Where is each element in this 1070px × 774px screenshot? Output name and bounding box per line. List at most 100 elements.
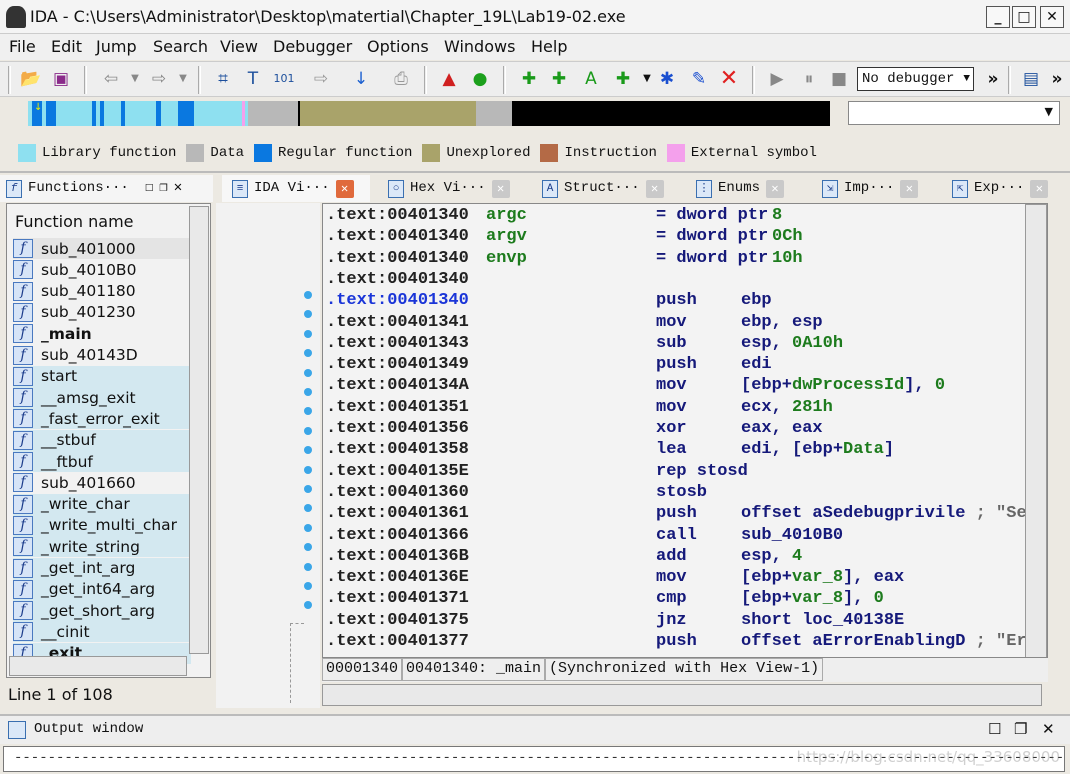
close-tab-icon[interactable]: ✕ (645, 179, 664, 198)
toolbar-more-button[interactable]: » (982, 68, 1004, 90)
disasm-line[interactable]: .text:00401361 push offset aSedebugprivile… (326, 504, 1027, 525)
function-item[interactable]: f _main (13, 323, 191, 345)
function-item[interactable]: f sub_401000 (13, 238, 191, 259)
stop-icon[interactable]: ■ (828, 68, 850, 90)
play-icon[interactable]: ▶ (766, 68, 788, 90)
disasm-line[interactable]: .text:00401358 lea edi, [ebp+Data] (326, 440, 1026, 461)
close-icon[interactable]: ✕ (1042, 720, 1055, 738)
menu-search[interactable]: Search (153, 37, 208, 56)
run-icon[interactable]: ● (469, 68, 491, 90)
menu-view[interactable]: View (220, 37, 258, 56)
function-item[interactable]: f __stbuf (13, 429, 191, 451)
forward-icon[interactable]: ⇨ (148, 68, 170, 90)
disasm-line[interactable]: .text:00401340 envp = dword ptr 10h (326, 249, 1026, 270)
search-text-icon[interactable]: T (242, 68, 264, 90)
disasm-line[interactable]: .text:00401356 xor eax, eax (326, 419, 1026, 440)
disasm-line[interactable]: .text:0040134A mov [ebp+dwProcessId], 0 (326, 376, 1026, 397)
restore-icon[interactable]: ❐ (159, 175, 167, 202)
function-item[interactable]: f _write_multi_char (13, 514, 191, 536)
menu-debugger[interactable]: Debugger (273, 37, 352, 56)
maximize-button[interactable]: □ (1012, 6, 1036, 28)
jump-icon[interactable]: ↓ (350, 68, 372, 90)
minimize-button[interactable]: _ (986, 6, 1010, 28)
close-tab-icon[interactable]: ✕ (766, 179, 785, 198)
disasm-line[interactable]: .text:00401340 argc = dword ptr 8 (326, 206, 1026, 227)
float-icon[interactable]: ☐ (145, 175, 153, 202)
open-icon[interactable]: 📂 (20, 68, 42, 90)
tab-imports[interactable]: ⇲ Imp··· ✕ (812, 175, 924, 202)
tab-exports[interactable]: ⇱ Exp··· ✕ (942, 175, 1054, 202)
debugger-select[interactable]: No debugger ▼ (857, 67, 974, 91)
disasm-line[interactable]: .text:0040136E mov [ebp+var_8], eax (326, 568, 1026, 589)
close-button[interactable]: ✕ (1040, 6, 1064, 28)
restore-icon[interactable]: ❐ (1014, 720, 1027, 738)
disasm-line[interactable]: .text:00401377 push offset aErrorEnablingD… (326, 632, 1027, 653)
menu-jump[interactable]: Jump (96, 37, 137, 56)
search-hex-icon[interactable]: ⌗ (212, 68, 234, 90)
function-item[interactable]: f sub_40143D (13, 344, 191, 366)
disasm-line[interactable]: .text:0040135E rep stosd (326, 462, 1026, 483)
add-enum-icon[interactable]: ✱ (656, 68, 678, 90)
menu-edit[interactable]: Edit (51, 37, 82, 56)
disasm-line[interactable]: .text:00401349 push edi (326, 355, 1026, 376)
tab-structures[interactable]: A Struct··· ✕ (532, 175, 672, 202)
print-icon[interactable]: ⎙ (390, 68, 412, 90)
disasm-line[interactable]: .text:00401340 (326, 270, 1026, 291)
dropdown-icon[interactable]: ▼ (636, 68, 658, 90)
tab-enums[interactable]: ⋮ Enums ✕ (686, 175, 796, 202)
menu-file[interactable]: File (9, 37, 36, 56)
tab-functions[interactable]: f Functions··· ☐ ❐ ✕ (0, 175, 213, 202)
disasm-line[interactable]: .text:0040136B add esp, 4 (326, 547, 1026, 568)
horizontal-scrollbar[interactable] (322, 684, 1042, 706)
add-string-icon[interactable]: A (580, 68, 602, 90)
add-struct-icon[interactable]: ✚ (612, 68, 634, 90)
back-dropdown-icon[interactable]: ▼ (124, 68, 146, 90)
disasm-line[interactable]: .text:00401360 stosb (326, 483, 1026, 504)
function-item[interactable]: f sub_401230 (13, 301, 191, 323)
disasm-line[interactable]: .text:00401375 jnz short loc_40138E (326, 611, 1026, 632)
menu-help[interactable]: Help (531, 37, 567, 56)
disasm-line[interactable]: .text:00401366 call sub_4010B0 (326, 526, 1026, 547)
function-item[interactable]: f _write_char (13, 493, 191, 515)
column-header-function-name[interactable]: Function name (15, 212, 134, 231)
function-item[interactable]: f sub_401660 (13, 472, 191, 494)
close-icon[interactable]: ✕ (174, 175, 182, 202)
menu-options[interactable]: Options (367, 37, 429, 56)
function-item[interactable]: f sub_4010B0 (13, 259, 191, 281)
disasm-line[interactable]: .text:00401343 sub esp, 0A10h (326, 334, 1026, 355)
pause-icon[interactable]: ⏸ (798, 68, 820, 90)
disasm-line[interactable]: .text:00401351 mov ecx, 281h (326, 398, 1026, 419)
segment-select[interactable]: ▼ (848, 101, 1060, 125)
function-item[interactable]: f _get_int_arg (13, 557, 191, 579)
function-item[interactable]: f _get_int64_arg (13, 578, 191, 600)
search-binary-icon[interactable]: 101 (273, 68, 295, 90)
close-tab-icon[interactable]: ✕ (1030, 179, 1049, 198)
function-item[interactable]: f _fast_error_exit (13, 408, 191, 430)
horizontal-scrollbar[interactable] (9, 656, 187, 676)
add-code-icon[interactable]: ✚ (518, 68, 540, 90)
options-icon[interactable]: ▤ (1020, 68, 1042, 90)
toolbar-more-button-2[interactable]: » (1046, 68, 1068, 90)
close-tab-icon[interactable]: ✕ (900, 179, 919, 198)
functions-list[interactable]: Function name f sub_401000 f sub_4010B0 f sub… (6, 203, 211, 678)
navigation-band[interactable] (28, 101, 830, 126)
disasm-line[interactable]: .text:00401371 cmp [ebp+var_8], 0 (326, 589, 1026, 610)
breakpoint-icon[interactable]: ▲ (438, 68, 460, 90)
disasm-line[interactable]: .text:00401340 argv = dword ptr 0Ch (326, 227, 1026, 248)
disasm-line[interactable]: .text:00401341 mov ebp, esp (326, 313, 1026, 334)
add-data-icon[interactable]: ✚ (548, 68, 570, 90)
menu-windows[interactable]: Windows (444, 37, 515, 56)
tab-hex-view[interactable]: ○ Hex Vi··· ✕ (378, 175, 518, 202)
function-item[interactable]: f _write_string (13, 536, 191, 558)
back-icon[interactable]: ⇦ (100, 68, 122, 90)
function-item[interactable]: f sub_401180 (13, 280, 191, 302)
function-item[interactable]: f __cinit (13, 621, 191, 643)
function-item[interactable]: f __amsg_exit (13, 387, 191, 409)
save-icon[interactable]: ▣ (50, 68, 72, 90)
disassembly-view[interactable]: .text:00401340 argc = dword ptr 8 .text:0040… (322, 203, 1048, 658)
search-next-icon[interactable]: ⇨ (310, 68, 332, 90)
tab-ida-view[interactable]: ≡ IDA Vi··· ✕ (222, 175, 370, 202)
vertical-scrollbar[interactable] (1025, 204, 1047, 657)
close-tab-icon[interactable]: ✕ (335, 179, 354, 198)
function-item[interactable]: f _get_short_arg (13, 600, 191, 622)
